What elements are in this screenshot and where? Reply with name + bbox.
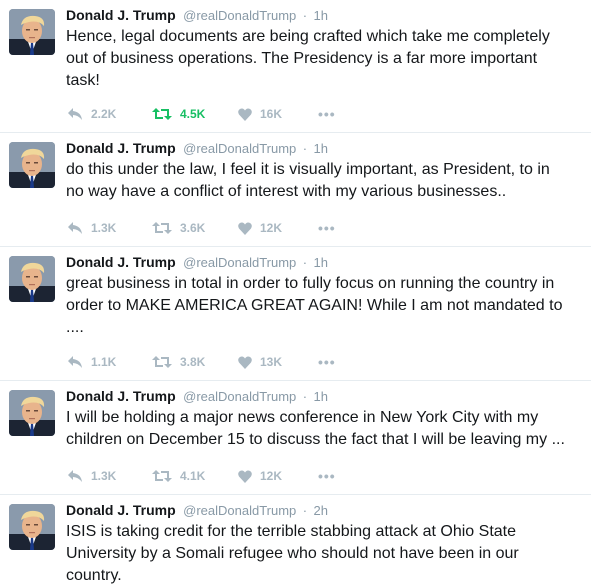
more-icon: ••• — [318, 354, 336, 370]
tweet-header: Donald J. Trump @realDonaldTrump · 1h — [66, 6, 579, 24]
avatar-image — [9, 9, 55, 55]
more-icon: ••• — [318, 220, 336, 236]
author-handle[interactable]: @realDonaldTrump — [183, 141, 296, 156]
more-button[interactable]: ••• — [318, 468, 336, 484]
author-name[interactable]: Donald J. Trump — [66, 7, 176, 23]
tweet-timeline: Donald J. Trump @realDonaldTrump · 1h He… — [0, 0, 591, 586]
retweet-count: 4.5K — [180, 107, 206, 121]
author-handle[interactable]: @realDonaldTrump — [183, 389, 296, 404]
author-name[interactable]: Donald J. Trump — [66, 502, 176, 518]
author-name[interactable]: Donald J. Trump — [66, 254, 176, 270]
separator-dot: · — [302, 255, 308, 270]
like-count: 13K — [260, 355, 283, 369]
separator-dot: · — [302, 503, 308, 518]
reply-icon — [68, 222, 82, 234]
retweet-count: 4.1K — [180, 469, 206, 483]
reply-button[interactable]: 1.3K — [67, 469, 152, 483]
retweet-count: 3.8K — [180, 355, 206, 369]
like-button[interactable]: 16K — [238, 107, 318, 121]
like-count: 16K — [260, 107, 283, 121]
avatar-image — [9, 504, 55, 550]
tweet-header: Donald J. Trump @realDonaldTrump · 1h — [66, 139, 579, 157]
retweet-button[interactable]: 3.6K — [152, 221, 238, 235]
reply-button[interactable]: 1.1K — [67, 355, 152, 369]
separator-dot: · — [302, 8, 308, 23]
separator-dot: · — [302, 389, 308, 404]
avatar[interactable] — [9, 142, 55, 188]
like-button[interactable]: 13K — [238, 355, 318, 369]
timestamp[interactable]: 1h — [314, 141, 328, 156]
author-name[interactable]: Donald J. Trump — [66, 140, 176, 156]
tweet-text: do this under the law, I feel it is visu… — [66, 161, 550, 200]
timestamp[interactable]: 1h — [314, 8, 328, 23]
tweet-text: great business in total in order to full… — [66, 275, 563, 336]
reply-icon — [68, 470, 82, 482]
reply-button[interactable]: 1.3K — [67, 221, 152, 235]
avatar-image — [9, 256, 55, 302]
avatar-image — [9, 142, 55, 188]
timestamp[interactable]: 1h — [314, 389, 328, 404]
reply-button[interactable]: 2.2K — [67, 107, 152, 121]
timestamp[interactable]: 2h — [314, 503, 328, 518]
like-button[interactable]: 12K — [238, 469, 318, 483]
author-handle[interactable]: @realDonaldTrump — [183, 8, 296, 23]
tweet-header: Donald J. Trump @realDonaldTrump · 2h — [66, 501, 579, 519]
heart-icon — [238, 470, 252, 483]
tweet-actions: 2.2K 4.5K 16K ••• — [67, 106, 336, 122]
tweet-actions: 1.1K 3.8K 13K ••• — [67, 354, 336, 370]
like-button[interactable]: 12K — [238, 221, 318, 235]
tweet-header: Donald J. Trump @realDonaldTrump · 1h — [66, 387, 579, 405]
reply-count: 1.1K — [91, 355, 117, 369]
tweet-text: I will be holding a major news conferenc… — [66, 409, 565, 448]
avatar-image — [9, 390, 55, 436]
tweet[interactable]: Donald J. Trump @realDonaldTrump · 2h IS… — [0, 495, 591, 586]
retweet-count: 3.6K — [180, 221, 206, 235]
tweet[interactable]: Donald J. Trump @realDonaldTrump · 1h He… — [0, 0, 591, 133]
tweet-header: Donald J. Trump @realDonaldTrump · 1h — [66, 253, 579, 271]
timestamp[interactable]: 1h — [314, 255, 328, 270]
tweet-actions: 1.3K 4.1K 12K ••• — [67, 468, 336, 484]
heart-icon — [238, 108, 252, 121]
reply-count: 1.3K — [91, 221, 117, 235]
more-icon: ••• — [318, 106, 336, 122]
tweet-text: Hence, legal documents are being crafted… — [66, 28, 550, 89]
more-icon: ••• — [318, 468, 336, 484]
reply-count: 2.2K — [91, 107, 117, 121]
tweet-actions: 1.3K 3.6K 12K ••• — [67, 220, 336, 236]
retweet-icon — [152, 470, 172, 482]
like-count: 12K — [260, 221, 283, 235]
retweet-button[interactable]: 4.1K — [152, 469, 238, 483]
tweet[interactable]: Donald J. Trump @realDonaldTrump · 1h do… — [0, 133, 591, 247]
avatar[interactable] — [9, 9, 55, 55]
author-handle[interactable]: @realDonaldTrump — [183, 503, 296, 518]
retweet-button[interactable]: 3.8K — [152, 355, 238, 369]
tweet-text: ISIS is taking credit for the terrible s… — [66, 523, 519, 584]
more-button[interactable]: ••• — [318, 354, 336, 370]
heart-icon — [238, 356, 252, 369]
reply-icon — [68, 356, 82, 368]
reply-count: 1.3K — [91, 469, 117, 483]
tweet[interactable]: Donald J. Trump @realDonaldTrump · 1h gr… — [0, 247, 591, 381]
retweet-icon — [152, 222, 172, 234]
more-button[interactable]: ••• — [318, 106, 336, 122]
like-count: 12K — [260, 469, 283, 483]
more-button[interactable]: ••• — [318, 220, 336, 236]
avatar[interactable] — [9, 504, 55, 550]
tweet[interactable]: Donald J. Trump @realDonaldTrump · 1h I … — [0, 381, 591, 495]
avatar[interactable] — [9, 256, 55, 302]
retweet-button[interactable]: 4.5K — [152, 107, 238, 121]
retweet-icon — [152, 108, 172, 120]
author-handle[interactable]: @realDonaldTrump — [183, 255, 296, 270]
author-name[interactable]: Donald J. Trump — [66, 388, 176, 404]
avatar[interactable] — [9, 390, 55, 436]
separator-dot: · — [302, 141, 308, 156]
heart-icon — [238, 222, 252, 235]
retweet-icon — [152, 356, 172, 368]
reply-icon — [68, 108, 82, 120]
